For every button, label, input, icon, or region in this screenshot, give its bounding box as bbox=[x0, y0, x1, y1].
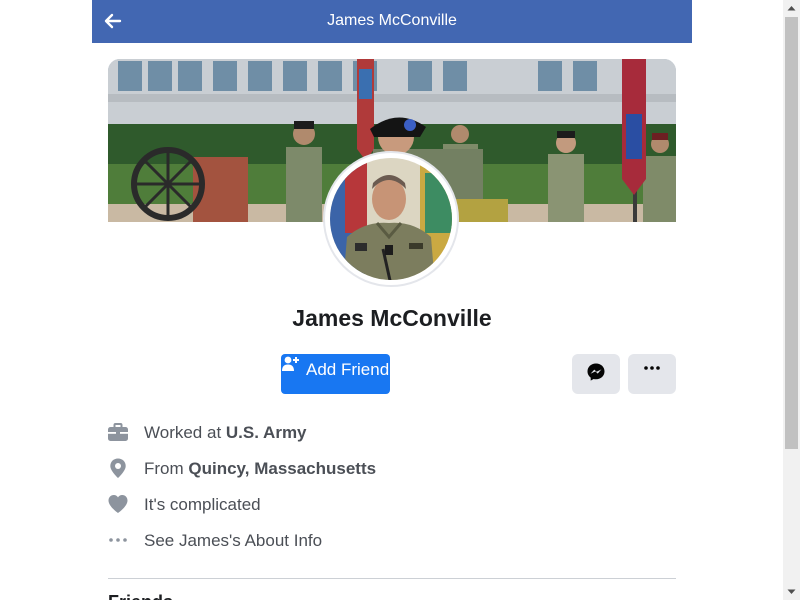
location-pin-icon bbox=[108, 458, 128, 478]
messenger-icon bbox=[587, 363, 605, 381]
profile-page: James McConville James McConville Add Fr… bbox=[92, 0, 692, 600]
profile-avatar[interactable] bbox=[325, 153, 457, 285]
friends-heading: Friends bbox=[108, 592, 173, 600]
hometown-prefix: From bbox=[144, 459, 189, 478]
info-relationship: It's complicated bbox=[108, 492, 668, 518]
briefcase-icon bbox=[108, 422, 128, 442]
message-button[interactable] bbox=[572, 354, 620, 394]
scroll-down-arrow-icon[interactable] bbox=[783, 583, 800, 600]
page-title: James McConville bbox=[327, 12, 457, 29]
add-friend-button[interactable]: Add Friend bbox=[281, 354, 390, 394]
hometown-place[interactable]: Quincy, Massachusetts bbox=[188, 459, 376, 478]
work-text: Worked at U.S. Army bbox=[144, 423, 307, 443]
more-horizontal-icon bbox=[644, 366, 660, 370]
see-about-info-label: See James's About Info bbox=[144, 531, 323, 550]
section-divider bbox=[108, 578, 676, 579]
info-hometown: From Quincy, Massachusetts bbox=[108, 456, 668, 482]
more-options-button[interactable] bbox=[628, 354, 676, 394]
info-work: Worked at U.S. Army bbox=[108, 420, 668, 446]
more-dots-icon bbox=[108, 530, 128, 550]
vertical-scrollbar[interactable] bbox=[783, 0, 800, 600]
person-add-icon bbox=[281, 355, 299, 373]
scroll-up-arrow-icon[interactable] bbox=[783, 0, 800, 17]
see-about-info-link[interactable]: See James's About Info bbox=[108, 528, 668, 554]
profile-name: James McConville bbox=[292, 305, 492, 331]
add-friend-label: Add Friend bbox=[306, 360, 390, 379]
hometown-text: From Quincy, Massachusetts bbox=[144, 459, 376, 479]
work-employer[interactable]: U.S. Army bbox=[226, 423, 307, 442]
relationship-text: It's complicated bbox=[144, 495, 261, 514]
scrollbar-thumb[interactable] bbox=[785, 17, 798, 449]
heart-icon bbox=[108, 494, 128, 514]
work-prefix: Worked at bbox=[144, 423, 226, 442]
top-bar: James McConville bbox=[92, 0, 692, 43]
